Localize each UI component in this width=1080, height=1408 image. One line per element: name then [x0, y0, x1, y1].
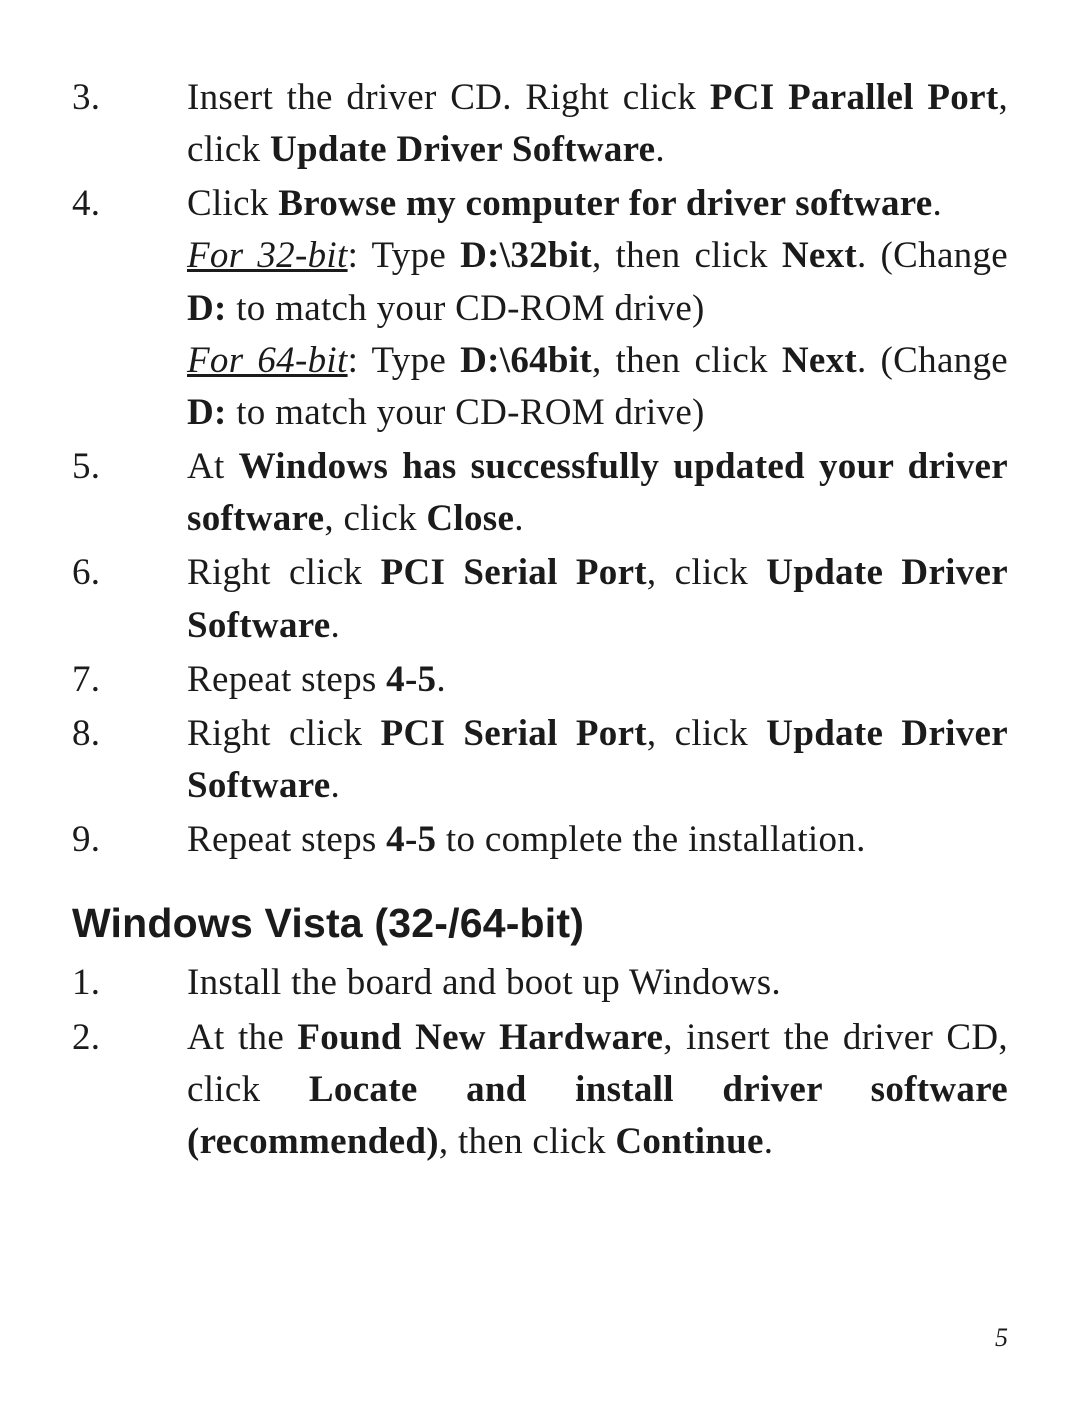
list-item: 1. Install the board and boot up Windows… — [72, 957, 1008, 1009]
bold-text: PCI Parallel Port — [710, 77, 999, 118]
step-number: 9. — [72, 814, 187, 866]
text: Repeat steps — [187, 659, 386, 700]
list-item: 4. Click Browse my computer for driver s… — [72, 178, 1008, 439]
text: Install the board and boot up Windows. — [187, 962, 781, 1003]
step-number: 5. — [72, 441, 187, 545]
step-body: At the Found New Hardware, insert the dr… — [187, 1012, 1008, 1168]
bold-text: 4-5 — [386, 659, 436, 700]
step-body: Click Browse my computer for driver soft… — [187, 178, 1008, 439]
bold-text: Continue — [615, 1121, 763, 1162]
text: . (Change — [857, 340, 1008, 381]
bold-text: PCI Serial Port — [381, 552, 647, 593]
bold-text: Browse my computer for driver software — [278, 183, 932, 224]
step-number: 7. — [72, 654, 187, 706]
text: , click — [647, 552, 766, 593]
bold-text: Update Driver Software — [270, 129, 655, 170]
text: At the — [187, 1017, 297, 1058]
list-item: 3. Insert the driver CD. Right click PCI… — [72, 72, 1008, 176]
bold-text: 4-5 — [386, 819, 436, 860]
text: . — [331, 765, 341, 806]
step-body: Repeat steps 4-5. — [187, 654, 1008, 706]
text: . — [331, 605, 341, 646]
bold-text: Close — [426, 498, 514, 539]
text: , then click — [592, 235, 782, 276]
text: Right click — [187, 713, 381, 754]
step-number: 2. — [72, 1012, 187, 1168]
list-item: 7. Repeat steps 4-5. — [72, 654, 1008, 706]
section-heading: Windows Vista (32-/64-bit) — [72, 900, 1008, 947]
bold-text: D:\32bit — [460, 235, 592, 276]
text: . (Change — [857, 235, 1008, 276]
text: Right click — [187, 552, 381, 593]
text: . — [436, 659, 446, 700]
italic-underline-text: For 64-bit — [187, 340, 348, 381]
list-item: 8. Right click PCI Serial Port, click Up… — [72, 708, 1008, 812]
text: Insert the driver CD. Right click — [187, 77, 710, 118]
step-body: Install the board and boot up Windows. — [187, 957, 1008, 1009]
text: Click — [187, 183, 278, 224]
text: Repeat steps — [187, 819, 386, 860]
text: . — [764, 1121, 774, 1162]
italic-underline-text: For 32-bit — [187, 235, 348, 276]
page-number: 5 — [995, 1323, 1008, 1353]
text: , then click — [592, 340, 782, 381]
step-body: Right click PCI Serial Port, click Updat… — [187, 708, 1008, 812]
text: to complete the installation. — [436, 819, 865, 860]
step-body: Insert the driver CD. Right click PCI Pa… — [187, 72, 1008, 176]
list-item: 9. Repeat steps 4-5 to complete the inst… — [72, 814, 1008, 866]
bold-text: D: — [187, 392, 227, 433]
text: to match your CD-ROM drive) — [227, 392, 705, 433]
text: At — [187, 446, 239, 487]
bold-text: PCI Serial Port — [381, 713, 647, 754]
text: , then click — [439, 1121, 616, 1162]
bold-text: D:\64bit — [460, 340, 592, 381]
step-number: 1. — [72, 957, 187, 1009]
step-body: Right click PCI Serial Port, click Updat… — [187, 547, 1008, 651]
step-number: 3. — [72, 72, 187, 176]
bold-text: D: — [187, 288, 227, 329]
bold-text: Next — [782, 340, 857, 381]
step-body: At Windows has successfully updated your… — [187, 441, 1008, 545]
text: , click — [647, 713, 766, 754]
bold-text: Windows has successfully updated your dr… — [187, 446, 1008, 539]
text: to match your CD-ROM drive) — [227, 288, 705, 329]
list-item: 5. At Windows has successfully updated y… — [72, 441, 1008, 545]
list-item: 2. At the Found New Hardware, insert the… — [72, 1012, 1008, 1168]
bold-text: Next — [782, 235, 857, 276]
text: . — [514, 498, 524, 539]
step-body: Repeat steps 4-5 to complete the install… — [187, 814, 1008, 866]
step-number: 6. — [72, 547, 187, 651]
text: , click — [324, 498, 426, 539]
text: . — [933, 183, 943, 224]
text: . — [655, 129, 665, 170]
step-number: 4. — [72, 178, 187, 439]
step-number: 8. — [72, 708, 187, 812]
bold-text: Found New Hardware — [297, 1017, 663, 1058]
list-item: 6. Right click PCI Serial Port, click Up… — [72, 547, 1008, 651]
document-page: 3. Insert the driver CD. Right click PCI… — [0, 0, 1080, 1408]
text: : Type — [348, 235, 461, 276]
text: : Type — [348, 340, 461, 381]
